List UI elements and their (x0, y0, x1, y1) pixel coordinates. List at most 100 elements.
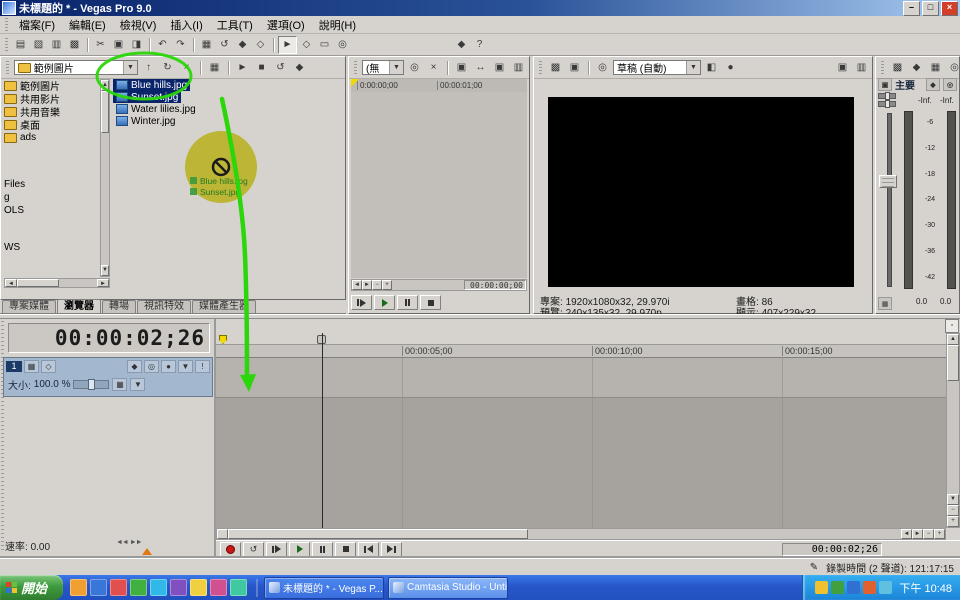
play-button[interactable] (289, 542, 310, 557)
zoom-tool-icon[interactable]: ◎ (334, 37, 351, 53)
preview-quality-icon[interactable]: ◎ (594, 60, 611, 76)
external-monitor-icon[interactable]: ▣ (566, 60, 583, 76)
track-zoom-in-icon[interactable]: + (947, 516, 959, 527)
envelope-tool-icon[interactable]: ◇ (298, 37, 315, 53)
tree-item[interactable]: 桌面 (4, 118, 99, 131)
tree-item[interactable]: 共用音樂 (4, 105, 99, 118)
tree-item[interactable]: ads (4, 131, 99, 144)
menu-view[interactable]: 檢視(V) (114, 16, 163, 34)
stop-button[interactable] (420, 295, 441, 310)
tab-project-media[interactable]: 專案媒體 (2, 300, 56, 313)
undo-icon[interactable]: ↶ (154, 37, 171, 53)
menu-edit[interactable]: 編輯(E) (63, 16, 112, 34)
timeline-vertical-scrollbar[interactable]: ▲ ▼ − + (946, 333, 960, 528)
whats-this-icon[interactable]: ? (471, 37, 488, 53)
stop-preview-icon[interactable]: ■ (253, 60, 270, 76)
sync-cursor-icon[interactable]: ↔ (472, 60, 489, 76)
tray-icon-1[interactable] (815, 581, 828, 594)
play-button[interactable] (374, 295, 395, 310)
auto-preview-icon[interactable]: ↺ (272, 60, 289, 76)
views-icon[interactable]: ▦ (206, 60, 223, 76)
scroll-left-icon[interactable]: ◄ (901, 529, 912, 539)
add-to-favorites-icon[interactable]: ◆ (291, 60, 308, 76)
scroll-thumb[interactable] (101, 91, 109, 133)
scroll-up-icon[interactable]: ▲ (947, 334, 959, 345)
timeline-ruler[interactable]: 00:00:05;00 00:00:10;00 00:00:15;00 (216, 345, 946, 358)
trimmer-save-icon[interactable]: ▥ (510, 60, 527, 76)
split-screen-icon[interactable]: ◧ (703, 60, 720, 76)
compositing-mode-icon[interactable]: ▦ (112, 378, 127, 391)
scroll-down-icon[interactable]: ▼ (947, 494, 959, 505)
volume-fader-track[interactable] (887, 113, 892, 287)
menu-options[interactable]: 選項(O) (261, 16, 311, 34)
file-item[interactable]: Sunset.jpg (113, 91, 181, 103)
selection-tool-icon[interactable]: ▭ (316, 37, 333, 53)
menu-file[interactable]: 檔案(F) (13, 16, 61, 34)
quicklaunch-icon-2[interactable] (90, 579, 107, 596)
quicklaunch-icon-3[interactable] (110, 579, 127, 596)
quicklaunch-icon-4[interactable] (130, 579, 147, 596)
tab-transitions[interactable]: 轉場 (102, 300, 136, 313)
quicklaunch-icon-1[interactable] (70, 579, 87, 596)
playhead-cursor[interactable] (322, 333, 323, 528)
timeline-timecode-display[interactable]: 00:00:02;26 (8, 323, 210, 353)
chevron-down-icon[interactable]: ▼ (389, 61, 403, 74)
paste-icon[interactable]: ◨ (128, 37, 145, 53)
track-header[interactable]: 1 ▦ ◇ ◆ ◎ ● ▼ ! 大小: 100.0 % ▦ ▼ (3, 357, 213, 397)
quicklaunch-icon-7[interactable] (190, 579, 207, 596)
menu-insert[interactable]: 插入(I) (164, 16, 208, 34)
record-button[interactable] (220, 542, 241, 557)
loop-playback-button[interactable]: ↺ (243, 542, 264, 557)
track-zoom-out-icon[interactable]: − (947, 505, 959, 516)
scroll-thumb[interactable] (17, 279, 59, 287)
tree-horizontal-scrollbar[interactable]: ◄ ► (4, 278, 110, 288)
restore-button[interactable]: □ (922, 1, 939, 16)
insert-fx-icon[interactable]: ◆ (908, 60, 925, 76)
tray-icon-2[interactable] (831, 581, 844, 594)
snapshot-save-icon[interactable]: ▥ (853, 60, 870, 76)
pan-slider-left[interactable] (878, 93, 896, 99)
trimmer-ruler[interactable]: 0:00:00;00 00:00:01;00 (351, 79, 527, 93)
quicklaunch-icon-6[interactable] (170, 579, 187, 596)
scroll-left-icon[interactable]: ◄ (5, 279, 17, 287)
magnify-icon[interactable]: ◎ (406, 60, 423, 76)
tab-video-fx[interactable]: 視訊特效 (137, 300, 191, 313)
scroll-thumb[interactable] (228, 529, 528, 539)
insert-bus-icon[interactable]: ▩ (889, 60, 906, 76)
quicklaunch-icon-8[interactable] (210, 579, 227, 596)
level-slider[interactable] (73, 380, 109, 389)
create-subclip-icon[interactable]: ▣ (453, 60, 470, 76)
auto-ripple-icon[interactable]: ↺ (216, 37, 233, 53)
scroll-right-icon[interactable]: ► (912, 529, 923, 539)
trimmer-preset-combo[interactable]: (無 ▼ (362, 60, 404, 75)
redo-icon[interactable]: ↷ (172, 37, 189, 53)
minimize-button[interactable]: – (903, 1, 920, 16)
trimmer-timecode[interactable]: 00:00:00;00 (464, 280, 526, 290)
mute-icon[interactable]: ◎ (144, 360, 159, 373)
scroll-box-icon[interactable] (217, 529, 228, 539)
zoom-out-icon[interactable]: − (372, 280, 382, 290)
normal-edit-tool-icon[interactable]: ► (278, 36, 297, 54)
pause-button[interactable] (397, 295, 418, 310)
go-to-end-button[interactable] (381, 542, 402, 557)
save-icon[interactable]: ▥ (48, 37, 65, 53)
go-to-start-button[interactable] (358, 542, 379, 557)
timeline-marker-icon[interactable] (219, 335, 227, 344)
solo-icon[interactable]: ● (161, 360, 176, 373)
quicklaunch-icon-5[interactable] (150, 579, 167, 596)
rate-slider[interactable]: ◄◄ ►► (116, 539, 142, 546)
chevron-down-icon[interactable]: ▼ (686, 61, 700, 74)
tab-media-generators[interactable]: 媒體產生器 (192, 300, 256, 313)
trimmer-scrollbar[interactable]: ◄ ► − + 00:00:00;00 (351, 279, 527, 291)
preview-quality-combo[interactable]: 草稿 (自動) ▼ (613, 60, 701, 75)
downmix-icon[interactable]: ◎ (946, 60, 960, 76)
tree-item[interactable]: g (4, 191, 99, 204)
warn-icon[interactable]: ! (195, 360, 210, 373)
rate-slider-handle[interactable] (142, 548, 152, 555)
timeline-zoom-out-icon[interactable]: − (923, 529, 934, 539)
folder-combo[interactable]: 範例圖片 ▼ (14, 60, 138, 75)
play-from-start-button[interactable] (351, 295, 372, 310)
properties-icon[interactable]: ▩ (66, 37, 83, 53)
menu-tools[interactable]: 工具(T) (211, 16, 259, 34)
bypass-motion-blur-icon[interactable]: ◇ (41, 360, 56, 373)
